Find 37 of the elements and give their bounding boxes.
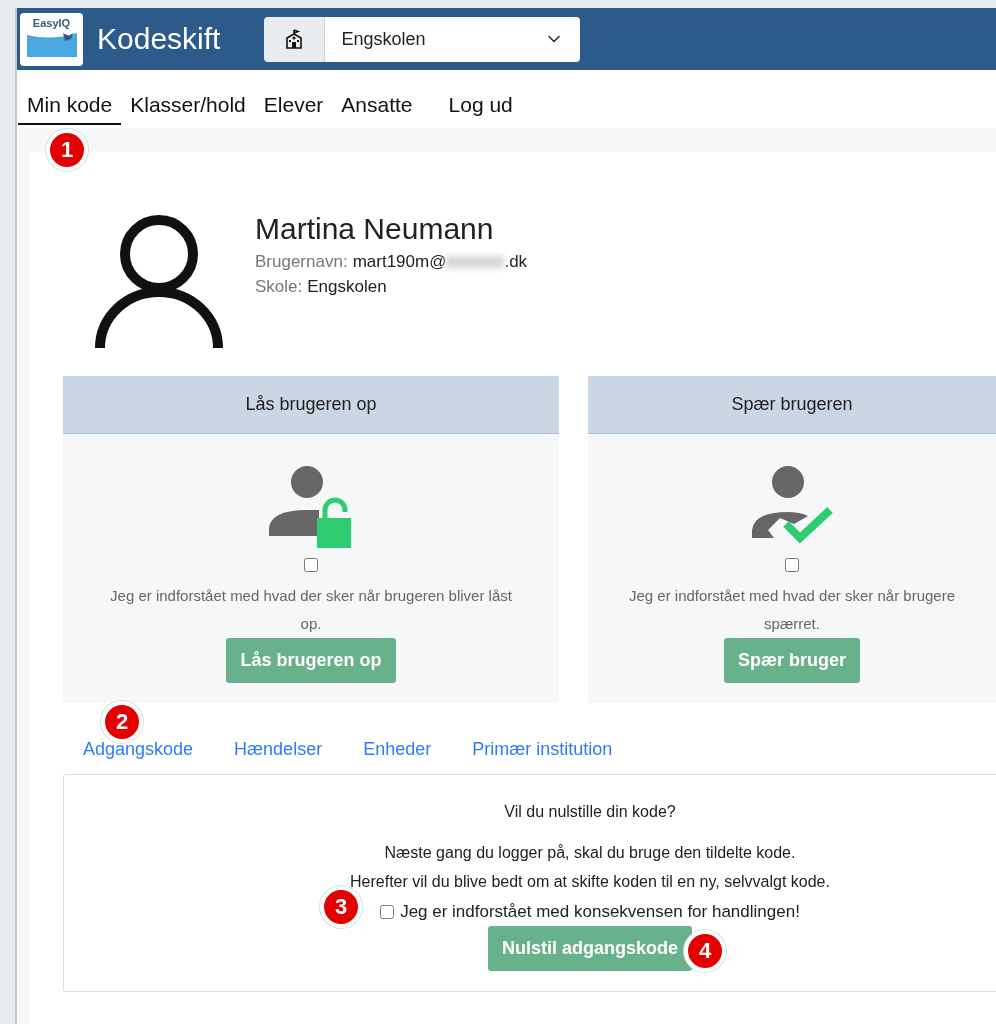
- detail-tab[interactable]: Hændelser: [234, 735, 323, 768]
- nav-tab[interactable]: Klasser/hold: [121, 93, 255, 125]
- confirm-checkbox[interactable]: [380, 905, 395, 919]
- confirm-checkbox[interactable]: [304, 558, 318, 572]
- panel-header: Spær brugeren: [588, 376, 996, 434]
- school-icon: [284, 29, 305, 49]
- confirm-text: spærret.: [764, 614, 820, 634]
- username-value: mart190m@: [352, 252, 447, 272]
- username-domain: .dk: [504, 252, 528, 272]
- detail-tab[interactable]: Enheder: [363, 735, 432, 768]
- confirm-text: Jeg er indforstået med hvad der sker når brugere: [629, 586, 955, 606]
- panel-action-button[interactable]: Spær bruger: [724, 638, 860, 683]
- confirm-text: Jeg er indforstået med hvad der sker når brugeren bliver låst: [110, 586, 512, 606]
- logo: EasyIQ: [20, 12, 83, 66]
- nav-tab[interactable]: Ansatte: [332, 93, 422, 125]
- field-label: Skole:: [255, 277, 303, 297]
- logout-link[interactable]: Log ud: [439, 93, 522, 125]
- blurred-redaction: [446, 256, 505, 268]
- detail-tab[interactable]: Primær institution: [472, 735, 613, 768]
- field-label: Brugernavn:: [255, 252, 348, 272]
- user-name: Martina Neumann: [255, 212, 495, 246]
- panel-header: Lås brugeren op: [63, 376, 559, 434]
- confirm-text: op.: [300, 614, 322, 634]
- reset-info-text: Herefter vil du blive bedt om at skifte koden til en ny, selvvalgt kode.: [350, 872, 830, 892]
- confirm-label: Jeg er indforstået med konsekvensen for handlingen!: [400, 902, 800, 922]
- confirm-checkbox[interactable]: [785, 558, 799, 572]
- user-unlock-icon: [269, 466, 353, 550]
- nav-tab[interactable]: Min kode: [18, 93, 122, 125]
- nav-tab[interactable]: Elever: [254, 93, 333, 125]
- reset-password-button[interactable]: Nulstil adgangskode: [488, 926, 692, 971]
- reset-question: Vil du nulstille din kode?: [504, 802, 676, 822]
- panel-action-button[interactable]: Lås brugeren op: [226, 638, 396, 683]
- school-value: Engskolen: [307, 277, 387, 297]
- reset-info-text: Næste gang du logger på, skal du bruge den tildelte kode.: [384, 843, 796, 863]
- app-title: Kodeskift: [97, 22, 221, 56]
- user-avatar-icon: [95, 212, 223, 348]
- school-select[interactable]: Engskolen: [325, 16, 581, 62]
